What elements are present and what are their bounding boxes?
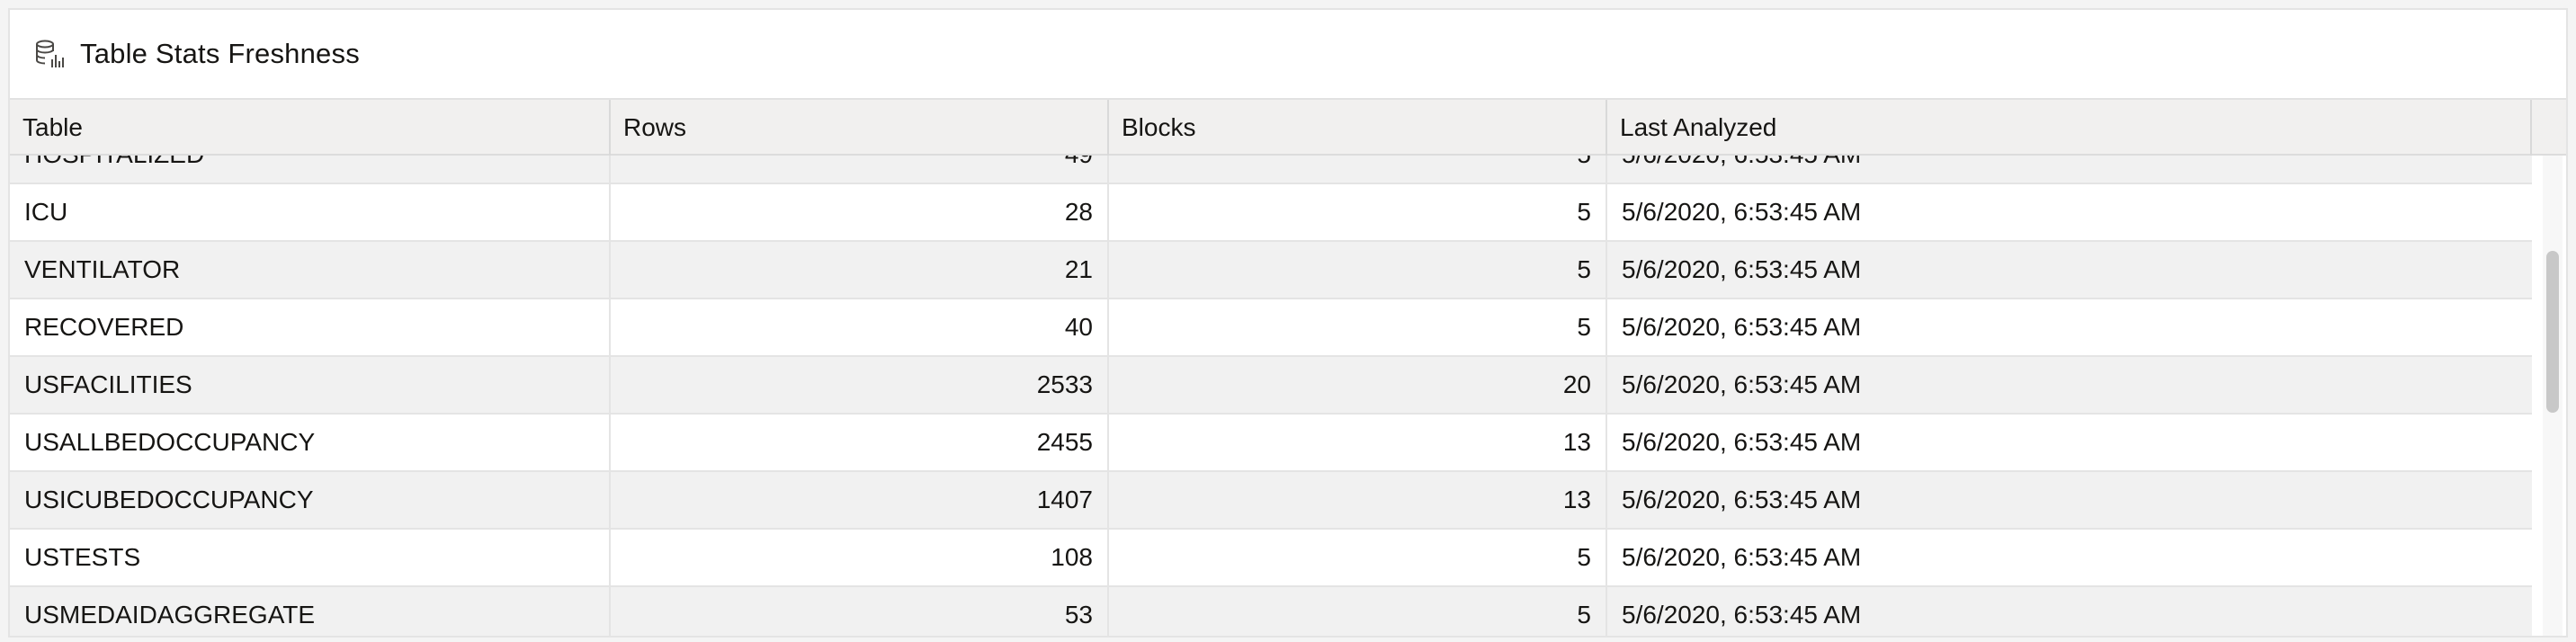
cell-table: ICU <box>10 184 611 240</box>
table-row[interactable]: USALLBEDOCCUPANCY 2455 13 5/6/2020, 6:53:45… <box>10 415 2532 472</box>
cell-table: USFACILITIES <box>10 357 611 413</box>
grid-header: Table Rows Blocks Last Analyzed <box>10 98 2566 156</box>
cell-rows: 49 <box>611 156 1109 183</box>
cell-rows: 40 <box>611 299 1109 355</box>
cell-last-analyzed: 5/6/2020, 6:53:45 AM <box>1622 198 1862 226</box>
panel-header: Table Stats Freshness <box>10 10 2566 98</box>
cell-rows: 53 <box>611 587 1109 636</box>
cell-rows: 1407 <box>611 472 1109 528</box>
cell-blocks: 5 <box>1109 242 1607 298</box>
database-stats-icon <box>33 38 66 70</box>
panel-title: Table Stats Freshness <box>80 38 360 69</box>
cell-table: VENTILATOR <box>10 242 611 298</box>
cell-blocks: 5 <box>1109 156 1607 183</box>
grid-rows: HOSPITALIZED4955/6/2020, 6:53:45 AMICU28… <box>10 156 2532 636</box>
cell-blocks: 5 <box>1109 587 1607 636</box>
table-row[interactable]: USMEDAIDAGGREGATE 53 5 5/6/2020, 6:53:45 AM <box>10 587 2532 636</box>
cell-table: USICUBEDOCCUPANCY <box>10 472 611 528</box>
cell-rows: 21 <box>611 242 1109 298</box>
column-header-table[interactable]: Table <box>10 100 611 156</box>
cell-last-analyzed: 5/6/2020, 6:53:45 AM <box>1622 601 1862 629</box>
table-row[interactable]: USICUBEDOCCUPANCY 1407 13 5/6/2020, 6:53:45… <box>10 472 2532 530</box>
cell-last-analyzed: 5/6/2020, 6:53:45 AM <box>1622 428 1862 456</box>
cell-last-analyzed: 5/6/2020, 6:53:45 AM <box>1607 156 2532 183</box>
cell-blocks: 13 <box>1109 472 1607 528</box>
cell-table: USALLBEDOCCUPANCY <box>10 415 611 470</box>
table-row[interactable]: HOSPITALIZED4955/6/2020, 6:53:45 AM <box>10 156 2532 184</box>
table-stats-panel: Table Stats Freshness Table Rows Blocks … <box>8 8 2568 638</box>
cell-blocks: 5 <box>1109 184 1607 240</box>
cell-table: USTESTS <box>10 530 611 585</box>
cell-last-analyzed: 5/6/2020, 6:53:45 AM <box>1622 255 1862 283</box>
table-row[interactable]: USTESTS 108 5 5/6/2020, 6:53:45 AM <box>10 530 2532 587</box>
cell-blocks: 5 <box>1109 530 1607 585</box>
cell-rows: 2455 <box>611 415 1109 470</box>
cell-table: USMEDAIDAGGREGATE <box>10 587 611 636</box>
cell-rows: 2533 <box>611 357 1109 413</box>
cell-table: HOSPITALIZED <box>10 156 611 183</box>
cell-blocks: 13 <box>1109 415 1607 470</box>
cell-rows: 28 <box>611 184 1109 240</box>
table-row[interactable]: VENTILATOR 21 5 5/6/2020, 6:53:45 AM <box>10 242 2532 299</box>
table-row[interactable]: USFACILITIES 2533 20 5/6/2020, 6:53:45 AM <box>10 357 2532 415</box>
cell-last-analyzed: 5/6/2020, 6:53:45 AM <box>1622 543 1862 571</box>
scrollbar-thumb[interactable] <box>2546 251 2559 413</box>
table-row[interactable]: RECOVERED 40 5 5/6/2020, 6:53:45 AM <box>10 299 2532 357</box>
cell-blocks: 20 <box>1109 357 1607 413</box>
cell-table: RECOVERED <box>10 299 611 355</box>
cell-last-analyzed: 5/6/2020, 6:53:45 AM <box>1622 370 1862 398</box>
table-row[interactable]: ICU 28 5 5/6/2020, 6:53:45 AM <box>10 184 2532 242</box>
column-header-last-analyzed[interactable]: Last Analyzed <box>1607 100 2532 156</box>
cell-blocks: 5 <box>1109 299 1607 355</box>
cell-last-analyzed: 5/6/2020, 6:53:45 AM <box>1622 486 1862 513</box>
stats-grid: Table Rows Blocks Last Analyzed HOSPITAL… <box>10 98 2566 636</box>
column-header-blocks[interactable]: Blocks <box>1109 100 1607 156</box>
grid-body: HOSPITALIZED4955/6/2020, 6:53:45 AMICU28… <box>10 156 2548 636</box>
column-header-rows[interactable]: Rows <box>611 100 1109 156</box>
cell-rows: 108 <box>611 530 1109 585</box>
vertical-scrollbar[interactable] <box>2543 156 2563 636</box>
cell-last-analyzed: 5/6/2020, 6:53:45 AM <box>1622 313 1862 341</box>
